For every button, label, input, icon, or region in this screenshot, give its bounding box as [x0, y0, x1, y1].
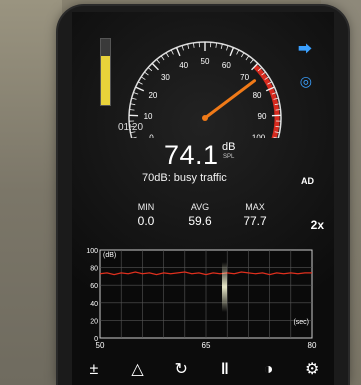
- noise-description: 70dB: busy traffic: [142, 172, 227, 184]
- gauge-tick: [215, 42, 218, 48]
- gauge-tick: [275, 109, 281, 111]
- gauge-tick: [133, 92, 139, 95]
- chart-x-tick: 50: [96, 341, 105, 350]
- gauge-tick-label: 100: [252, 133, 266, 138]
- gauge-tick-label: 30: [161, 73, 170, 82]
- bottom-toolbar: ± △ ↻ ‖ ◑ ⚙: [72, 354, 334, 385]
- db-unit-sub: SPL: [223, 154, 235, 160]
- avg-label: AVG: [190, 202, 210, 212]
- gauge-tick: [226, 45, 229, 51]
- background-fabric-left: [0, 0, 62, 385]
- gauge-tick-label: 10: [144, 112, 153, 121]
- ad-button[interactable]: AD: [301, 176, 314, 186]
- gauge-tick: [140, 76, 146, 80]
- gauge-tick-label: 50: [201, 57, 210, 66]
- sound-meter-screen: 0 10 20 30 40 50 60 70 80 90 100 01:20 ⮕ ◎ 74.1 dB…: [72, 12, 334, 385]
- plus-minus-icon[interactable]: ±: [79, 355, 109, 385]
- gauge-tick: [187, 43, 190, 49]
- level-bar-fill: [101, 56, 110, 105]
- max-label: MAX: [245, 202, 265, 212]
- gauge-tick: [135, 86, 145, 92]
- gauge-tick: [131, 97, 137, 100]
- gauge-red-zone: [253, 64, 280, 138]
- gauge-tick: [192, 42, 195, 48]
- chart-ylabel: (dB): [103, 252, 116, 259]
- gauge-needle-hub: [202, 115, 208, 121]
- gauge-tick: [241, 52, 245, 58]
- gauge-tick: [156, 59, 161, 64]
- gauge-tick: [137, 81, 143, 85]
- elapsed-time: 01:20: [118, 122, 144, 133]
- gauge-tick: [181, 45, 184, 51]
- warning-icon[interactable]: △: [122, 355, 152, 385]
- chart-xlabel: (sec): [293, 319, 309, 326]
- avg-value: 59.6: [188, 214, 212, 228]
- theme-icon[interactable]: ◑: [253, 355, 283, 385]
- gauge-tick: [175, 47, 181, 57]
- chart-x-tick: 65: [202, 341, 211, 350]
- gauge-tick: [144, 71, 149, 76]
- gauge-tick-label: 40: [179, 61, 188, 70]
- settings-icon[interactable]: ⚙: [297, 355, 327, 385]
- gauge-tick-label: 20: [148, 91, 157, 100]
- level-bar: [100, 38, 111, 106]
- gauge-tick: [236, 49, 240, 55]
- pause-icon[interactable]: ‖: [210, 355, 240, 385]
- min-label: MIN: [137, 202, 155, 212]
- chart-y-tick: 60: [90, 283, 98, 290]
- history-chart: 100806040200(dB)(sec)50 65 80: [86, 248, 317, 350]
- max-value: 77.7: [243, 214, 267, 228]
- gauge-tick-label: 60: [222, 61, 231, 70]
- chart-y-tick: 80: [90, 266, 98, 273]
- share-icon[interactable]: ⮕: [298, 42, 312, 56]
- gauge-tick: [130, 103, 136, 106]
- gauge-tick: [131, 136, 137, 138]
- gauge-tick: [245, 55, 250, 61]
- db-reading: 74.1: [164, 140, 219, 170]
- gauge-tick: [165, 52, 169, 58]
- chart-y-tick: 100: [86, 248, 98, 255]
- reset-icon[interactable]: ↻: [166, 355, 196, 385]
- gauge-tick: [147, 67, 153, 72]
- db-unit: dB: [222, 141, 236, 153]
- gauge-tick-label: 80: [253, 91, 262, 100]
- screen-glare: [222, 262, 227, 312]
- gauge-tick-label: 70: [240, 73, 249, 82]
- compass-icon[interactable]: ◎: [300, 74, 312, 88]
- gauge-tick: [249, 59, 254, 64]
- zoom-button[interactable]: 2x: [311, 218, 324, 232]
- gauge-tick: [151, 62, 159, 71]
- gauge-tick: [129, 109, 135, 111]
- gauge-tick-label: 90: [258, 112, 267, 121]
- min-value: 0.0: [137, 214, 155, 228]
- chart-y-tick: 40: [90, 301, 98, 308]
- gauge-tick: [160, 55, 165, 61]
- gauge-tick: [229, 47, 235, 57]
- chart-y-tick: 20: [90, 318, 98, 325]
- chart-x-tick: 80: [308, 341, 317, 350]
- gauge-tick: [220, 43, 223, 49]
- gauge-tick: [170, 49, 174, 55]
- gauge-needle: [203, 79, 257, 120]
- db-gauge: 0 10 20 30 40 50 60 70 80 90 100: [128, 41, 282, 138]
- gauge-tick-label: 0: [149, 133, 154, 138]
